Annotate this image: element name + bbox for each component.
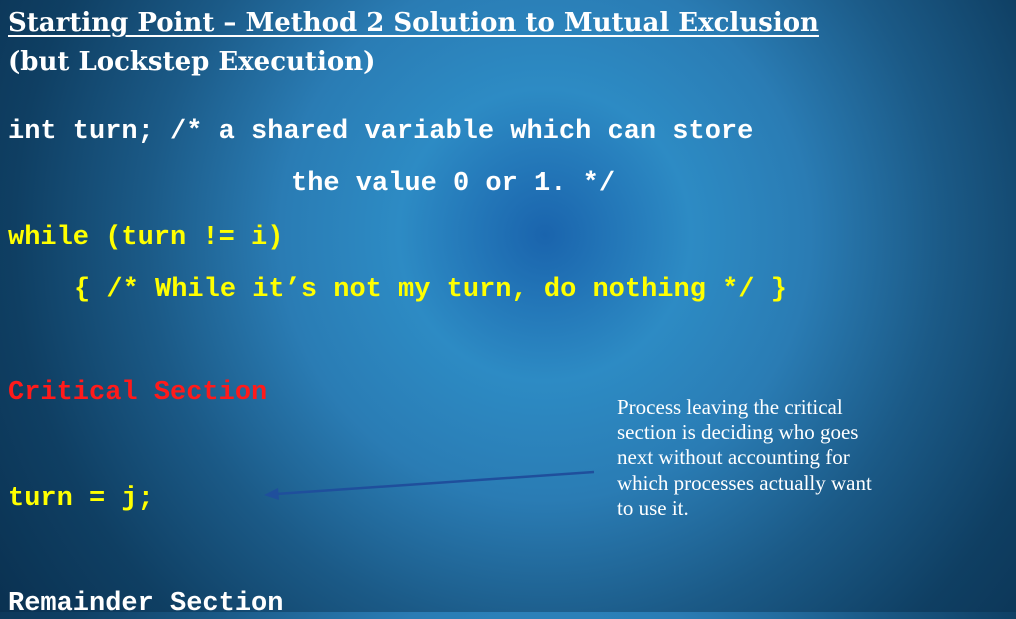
code-assignment-line: turn = j; [8,484,154,514]
code-body-line: { /* While it’s not my turn, do nothing … [74,275,787,305]
remainder-section-label: Remainder Section [8,589,284,619]
callout-line: Process leaving the critical [617,395,843,419]
code-declaration-line-1: int turn; /* a shared variable which can… [8,117,754,147]
callout-line: next without accounting for [617,445,850,470]
code-declaration-line-2: the value 0 or 1. */ [291,169,616,199]
callout-line: section is deciding who goes [617,420,859,445]
slide: Starting Point – Method 2 Solution to Mu… [0,0,1016,618]
slide-title: Starting Point – Method 2 Solution to Mu… [8,8,819,78]
callout-line: which processes actually want [617,470,872,495]
callout-line: to use it. [617,495,689,520]
title-line-2: (but Lockstep Execution) [8,47,376,78]
callout-note: Process leaving the critical section is … [617,395,987,521]
title-line-1: Starting Point – Method 2 Solution to Mu… [8,8,819,38]
code-while-line: while (turn != i) [8,223,284,253]
critical-section-label: Critical Section [8,378,268,408]
